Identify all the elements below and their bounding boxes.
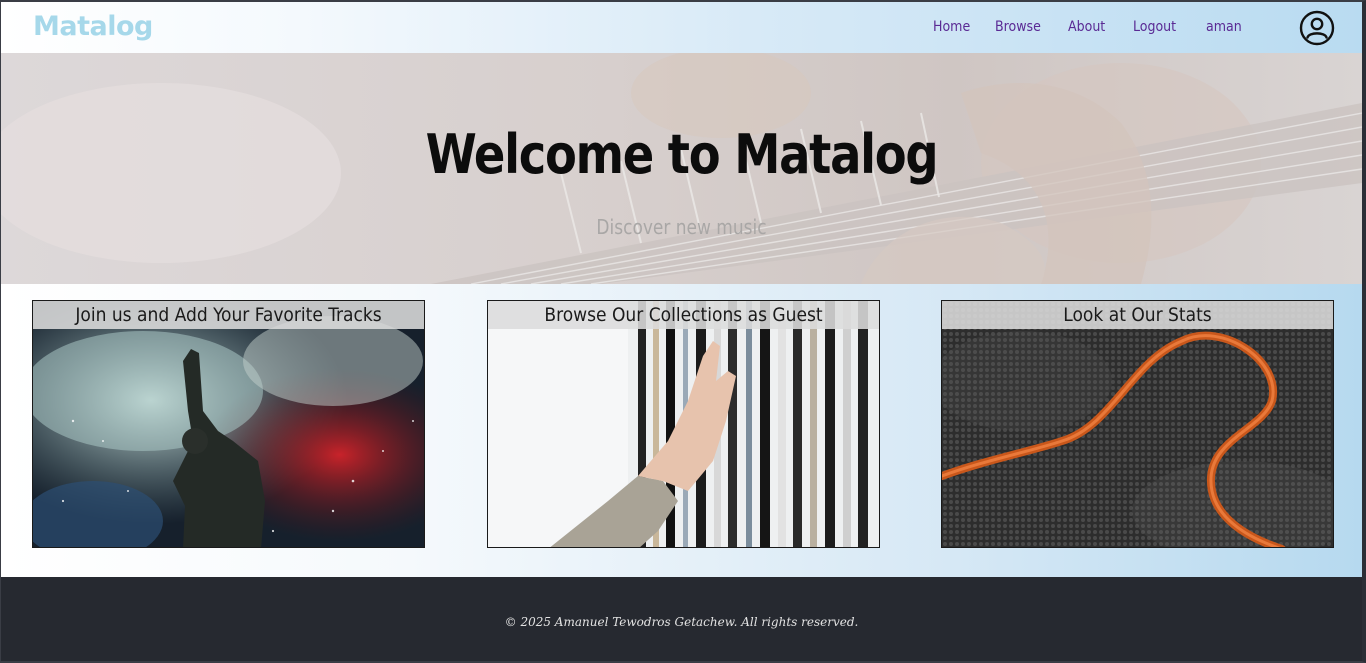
top-navbar: Matalog Home Browse About Logout aman [1,2,1362,53]
vinyl-records-image [488,301,879,547]
user-circle-icon[interactable] [1299,10,1335,46]
copyright-text: © 2025 Amanuel Tewodros Getachew. All ri… [504,615,859,629]
feature-cards-section: Join us and Add Your Favorite Tracks Bro… [1,284,1362,577]
hero-banner: Welcome to Matalog Discover new music [1,53,1362,284]
card-title: Browse Our Collections as Guest [488,301,879,329]
abstract-stats-image [942,301,1333,547]
card-title: Look at Our Stats [942,301,1333,329]
page-footer: © 2025 Amanuel Tewodros Getachew. All ri… [1,577,1362,661]
nav-link-logout[interactable]: Logout [1133,19,1176,35]
card-join-add-tracks[interactable]: Join us and Add Your Favorite Tracks [32,300,425,548]
concert-crowd-image [33,301,424,547]
brand-logo[interactable]: Matalog [33,11,153,42]
nav-username[interactable]: aman [1206,19,1242,35]
card-title: Join us and Add Your Favorite Tracks [33,301,424,329]
hero-subtitle: Discover new music [596,215,767,239]
nav-link-browse[interactable]: Browse [995,19,1041,35]
card-view-stats[interactable]: Look at Our Stats [941,300,1334,548]
nav-link-home[interactable]: Home [933,19,970,35]
hero-title: Welcome to Matalog [425,123,939,186]
card-browse-collections[interactable]: Browse Our Collections as Guest [487,300,880,548]
nav-link-about[interactable]: About [1068,19,1105,35]
